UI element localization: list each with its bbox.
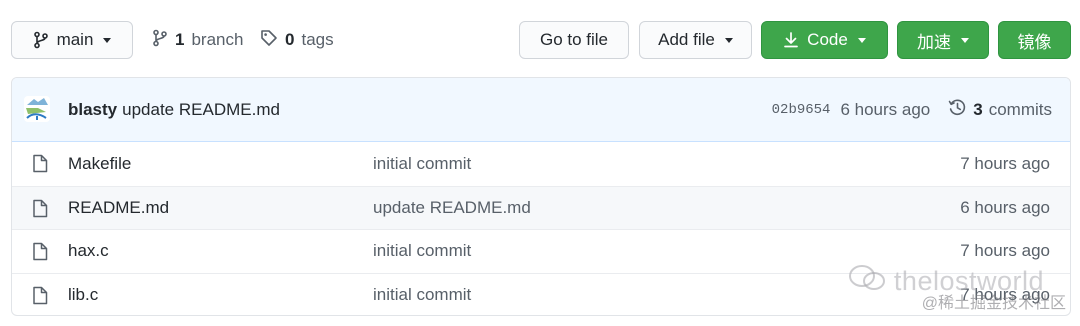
file-age: 7 hours ago: [960, 241, 1050, 261]
file-icon: [32, 199, 48, 223]
branch-select-button[interactable]: main: [11, 21, 133, 59]
commit-details: 02b9654 6 hours ago 3 commits: [772, 78, 1052, 142]
code-button[interactable]: Code: [761, 21, 888, 59]
mirror-button[interactable]: 镜像: [998, 21, 1071, 59]
accelerate-button[interactable]: 加速: [897, 21, 989, 59]
file-row[interactable]: README.md update README.md 6 hours ago: [12, 185, 1070, 229]
file-age: 7 hours ago: [960, 153, 1050, 173]
go-to-file-label: Go to file: [539, 30, 609, 49]
tags-label: tags: [301, 30, 334, 49]
chevron-down-icon: [724, 37, 733, 43]
tag-icon: [260, 29, 278, 52]
history-icon: [948, 98, 967, 122]
repo-toolbar: main 1 branch 0 tags Go to file Add file…: [0, 0, 1080, 78]
file-commit-message[interactable]: update README.md: [373, 198, 531, 218]
git-branch-icon: [152, 29, 168, 52]
branch-name: main: [56, 30, 94, 49]
add-file-button[interactable]: Add file: [639, 21, 752, 59]
file-age: 6 hours ago: [960, 197, 1050, 217]
chevron-down-icon: [857, 37, 866, 43]
code-label: Code: [807, 30, 848, 49]
tags-count: 0: [285, 30, 295, 49]
commit-author[interactable]: blasty: [68, 100, 117, 120]
file-icon: [32, 286, 48, 310]
commit-age: 6 hours ago: [840, 100, 931, 119]
watermark-sub: @稀土掘金技术社区: [921, 295, 1066, 312]
go-to-file-button[interactable]: Go to file: [519, 21, 629, 59]
commits-link[interactable]: 3 commits: [948, 98, 1052, 122]
commit-count-label: commits: [988, 100, 1052, 119]
file-commit-message[interactable]: initial commit: [373, 241, 471, 261]
wechat-icon: [848, 264, 886, 299]
commit-count: 3: [973, 100, 983, 119]
accelerate-label: 加速: [917, 32, 951, 52]
file-icon: [32, 242, 48, 266]
download-icon: [783, 31, 799, 49]
add-file-label: Add file: [658, 30, 715, 49]
branches-link[interactable]: 1 branch: [152, 21, 243, 59]
commit-sha[interactable]: 02b9654: [772, 102, 831, 118]
file-icon: [32, 154, 48, 178]
file-commit-message[interactable]: initial commit: [373, 154, 471, 174]
branches-label: branch: [191, 30, 244, 49]
chevron-down-icon: [103, 37, 112, 43]
latest-commit-bar: blasty update README.md 02b9654 6 hours …: [12, 78, 1070, 142]
file-name[interactable]: lib.c: [68, 285, 98, 305]
tags-link[interactable]: 0 tags: [260, 21, 334, 59]
file-name[interactable]: Makefile: [68, 154, 131, 174]
git-branch-icon: [33, 31, 49, 49]
file-name[interactable]: hax.c: [68, 241, 109, 261]
branches-count: 1: [175, 30, 185, 49]
commit-summary: blasty update README.md: [68, 78, 280, 142]
file-commit-message[interactable]: initial commit: [373, 285, 471, 305]
avatar[interactable]: [24, 96, 50, 122]
mirror-label: 镜像: [1017, 32, 1052, 52]
chevron-down-icon: [961, 37, 969, 43]
file-row[interactable]: Makefile initial commit 7 hours ago: [12, 142, 1070, 186]
file-name[interactable]: README.md: [68, 198, 169, 218]
commit-message[interactable]: update README.md: [122, 100, 280, 120]
